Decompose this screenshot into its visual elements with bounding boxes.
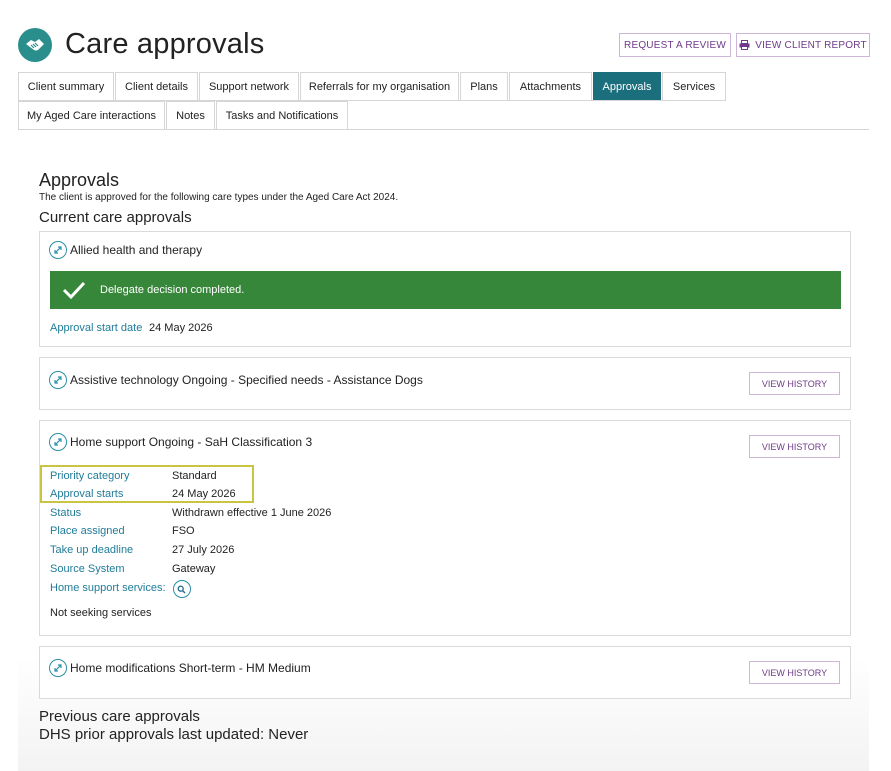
tab-notes[interactable]: Notes: [166, 101, 215, 130]
card-title: Allied health and therapy: [70, 243, 203, 257]
detail-row-take-up-deadline: Take up deadline 27 July 2026: [50, 544, 234, 556]
tab-services[interactable]: Services: [662, 72, 726, 101]
expand-icon[interactable]: [49, 241, 67, 259]
tab-support-network[interactable]: Support network: [199, 72, 299, 101]
tab-tasks-and-notifications[interactable]: Tasks and Notifications: [216, 101, 348, 130]
tab-plans[interactable]: Plans: [460, 72, 508, 101]
tab-client-summary[interactable]: Client summary: [18, 72, 114, 101]
detail-value: Gateway: [172, 563, 216, 575]
card-title: Home support Ongoing - SaH Classificatio…: [70, 435, 313, 449]
detail-row-home-support-services: Home support services:: [50, 580, 191, 598]
not-seeking-services-text: Not seeking services: [50, 607, 152, 619]
view-history-button[interactable]: VIEW HISTORY: [749, 372, 840, 395]
search-icon[interactable]: [172, 580, 191, 598]
banner-text: Delegate decision completed.: [100, 284, 245, 296]
expand-icon[interactable]: [49, 371, 67, 389]
view-client-report-label: VIEW CLIENT REPORT: [755, 39, 867, 51]
checkmark-icon: [62, 281, 86, 299]
detail-label: Status: [50, 507, 82, 519]
approvals-intro: The client is approved for the following…: [39, 192, 399, 203]
approval-card-assistive-technology: Assistive technology Ongoing - Specified…: [39, 357, 851, 410]
detail-label: Home support services:: [50, 582, 166, 594]
approval-start-date-value: 24 May 2026: [149, 322, 213, 334]
card-title: Assistive technology Ongoing - Specified…: [70, 373, 423, 387]
detail-label: Place assigned: [50, 525, 125, 537]
expand-icon[interactable]: [49, 433, 67, 451]
detail-value: FSO: [172, 525, 195, 537]
printer-icon: [739, 40, 750, 50]
approval-start-date-label: Approval start date: [50, 322, 143, 334]
card-title: Home modifications Short-term - HM Mediu…: [70, 661, 311, 675]
view-history-button[interactable]: VIEW HISTORY: [749, 661, 840, 684]
approval-card-home-support: Home support Ongoing - SaH Classificatio…: [39, 420, 851, 636]
previous-approvals-heading: Previous care approvals: [39, 708, 200, 725]
dhs-prior-approvals-text: DHS prior approvals last updated: Never: [39, 726, 309, 743]
tab-approvals[interactable]: Approvals: [593, 72, 661, 101]
delegate-decision-banner: Delegate decision completed.: [50, 271, 841, 309]
approvals-heading: Approvals: [39, 170, 120, 190]
detail-row-status: Status Withdrawn effective 1 June 2026: [50, 507, 331, 519]
approval-card-home-modifications: Home modifications Short-term - HM Mediu…: [39, 646, 851, 699]
request-review-button[interactable]: REQUEST A REVIEW: [619, 33, 731, 57]
expand-icon[interactable]: [49, 659, 67, 677]
detail-label: Source System: [50, 563, 125, 575]
highlight-box: [40, 465, 254, 503]
detail-row-place-assigned: Place assigned FSO: [50, 525, 195, 537]
tab-my-aged-care-interactions[interactable]: My Aged Care interactions: [18, 101, 165, 130]
view-client-report-button[interactable]: VIEW CLIENT REPORT: [736, 33, 870, 57]
current-approvals-heading: Current care approvals: [39, 209, 192, 226]
view-history-button[interactable]: VIEW HISTORY: [749, 435, 840, 458]
detail-row-source-system: Source System Gateway: [50, 563, 215, 575]
tab-client-details[interactable]: Client details: [115, 72, 198, 101]
detail-label: Take up deadline: [50, 544, 134, 556]
handshake-icon: [18, 28, 52, 62]
detail-value: 27 July 2026: [172, 544, 235, 556]
approval-card-allied-health: Allied health and therapy Delegate decis…: [39, 231, 851, 347]
tab-attachments[interactable]: Attachments: [509, 72, 592, 101]
tab-referrals[interactable]: Referrals for my organisation: [300, 72, 459, 101]
detail-value: Withdrawn effective 1 June 2026: [172, 507, 332, 519]
page-title: Care approvals: [65, 28, 265, 60]
